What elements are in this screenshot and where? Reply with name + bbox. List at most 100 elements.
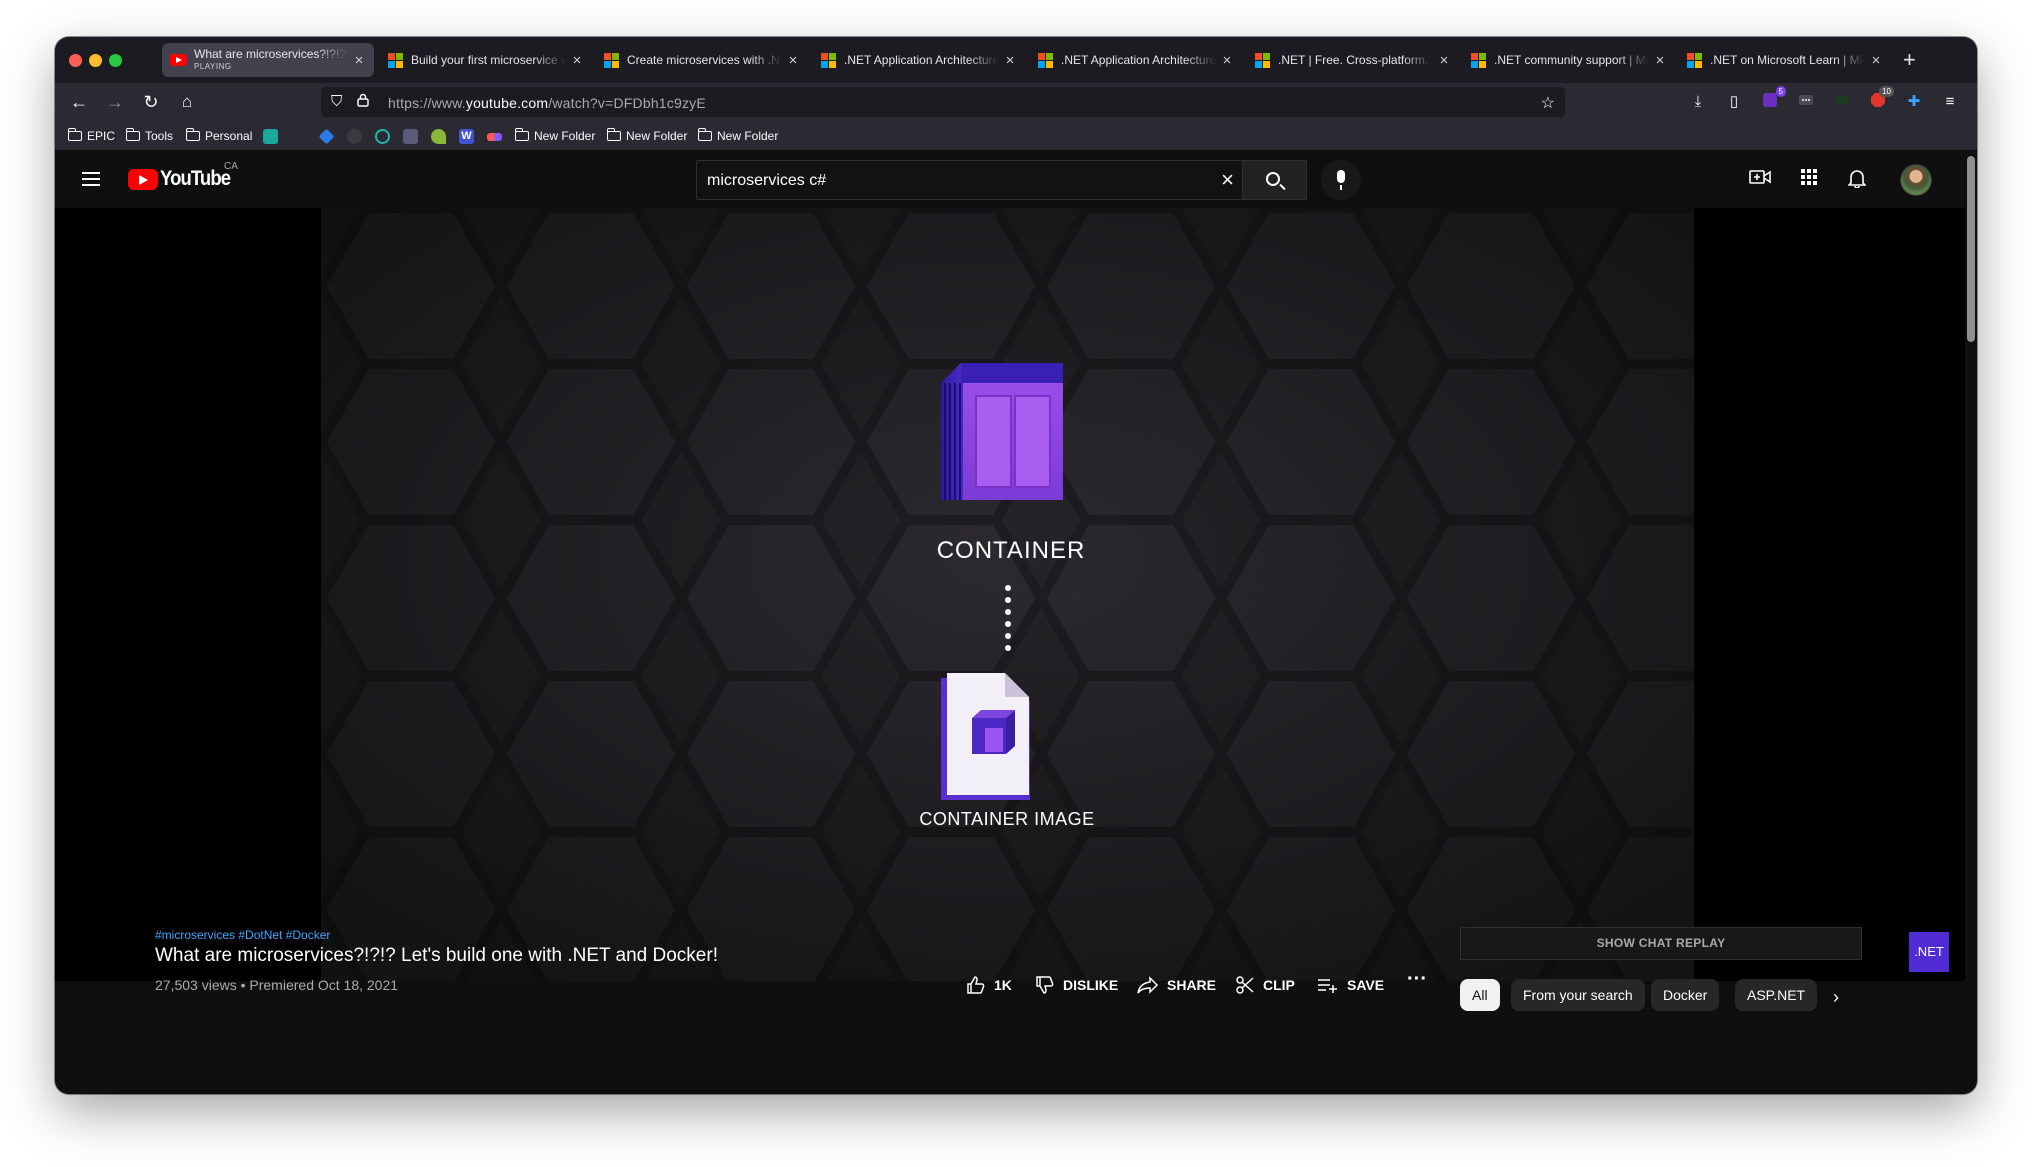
share-button[interactable]: SHARE [1137, 973, 1216, 997]
extension-icon[interactable]: 5 [1760, 86, 1786, 112]
folder-icon [514, 128, 529, 141]
slide-container-image-label: CONTAINER IMAGE [919, 809, 1094, 829]
tab-microsoft[interactable]: .NET community support | Mic × [1463, 43, 1675, 77]
tab-youtube[interactable]: What are microservices?!?!? Le PLAYING × [162, 43, 374, 77]
lock-icon[interactable] [357, 93, 369, 110]
scrollbar-thumb[interactable] [1967, 156, 1975, 342]
tab-microsoft[interactable]: .NET Application Architecture × [813, 43, 1025, 77]
apps-grid-icon[interactable] [1797, 168, 1821, 192]
bookmark-folder[interactable]: New Folder [606, 128, 687, 143]
bookmark-folder[interactable]: EPIC [67, 128, 115, 143]
github-icon[interactable] [347, 129, 362, 144]
video-frame[interactable]: CONTAINER CONTAINER IMAGE [321, 208, 1694, 981]
save-button[interactable]: SAVE [1317, 973, 1384, 997]
close-tab-icon[interactable]: × [1003, 52, 1017, 69]
create-video-icon[interactable] [1748, 168, 1772, 192]
bookmark-folder[interactable]: New Folder [514, 128, 595, 143]
tab-microsoft[interactable]: .NET on Microsoft Learn | Mic × [1679, 43, 1891, 77]
url-bar[interactable]: ⛉ https://www.youtube.com/watch?v=DFDbh1… [321, 87, 1565, 117]
tab-title: .NET Application Architecture [1061, 53, 1216, 67]
tab-microsoft[interactable]: Build your first microservice w × [380, 43, 592, 77]
container-cube-icon [941, 363, 1063, 500]
bookmark-icon[interactable] [403, 129, 418, 144]
avatar[interactable] [1900, 164, 1932, 196]
bookmark-folder[interactable]: New Folder [697, 128, 778, 143]
bookmark-icon[interactable] [263, 129, 278, 144]
microsoft-favicon-icon [388, 52, 403, 68]
tab-title: .NET Application Architecture [844, 53, 999, 67]
extension-icon[interactable] [1796, 92, 1816, 112]
downloads-icon[interactable]: ⤓ [1688, 92, 1708, 112]
clear-search-icon[interactable]: × [1221, 167, 1234, 193]
bookmark-icon[interactable]: W [459, 129, 474, 144]
save-label: SAVE [1347, 977, 1385, 993]
chip-all[interactable]: All [1460, 979, 1500, 1011]
back-arrow-icon[interactable]: ← [67, 90, 91, 114]
close-tab-icon[interactable]: × [1437, 52, 1451, 69]
chip-from-your-search[interactable]: From your search [1511, 979, 1645, 1011]
sidebar-icon[interactable]: ▯ [1724, 92, 1744, 112]
search-input[interactable]: microservices c# × [696, 160, 1243, 200]
youtube-play-icon [128, 168, 158, 190]
chip-docker[interactable]: Docker [1651, 979, 1720, 1011]
close-tab-icon[interactable]: × [570, 52, 584, 69]
bookmark-icon[interactable] [487, 133, 502, 141]
more-actions-icon[interactable]: ··· [1407, 967, 1427, 991]
bookmark-icon[interactable] [375, 129, 390, 144]
menu-icon[interactable]: ≡ [1940, 92, 1960, 112]
slide-container-label: CONTAINER [937, 537, 1086, 564]
dotnet-badge: .NET [1909, 932, 1949, 972]
zoom-window-button[interactable] [109, 54, 122, 67]
extension-icon[interactable] [1832, 92, 1852, 112]
tab-title: Build your first microservice w [411, 53, 566, 67]
puzzle-extension-icon[interactable]: ✚ [1904, 92, 1924, 112]
url-text[interactable]: https://www.youtube.com/watch?v=DFDbh1c9… [388, 95, 706, 111]
home-icon[interactable]: ⌂ [175, 90, 199, 114]
share-arrow-icon [1137, 976, 1159, 994]
search-icon [1266, 172, 1280, 186]
new-tab-plus-icon[interactable]: + [1903, 47, 1916, 73]
bookmark-icon[interactable] [318, 128, 335, 145]
close-tab-icon[interactable]: × [786, 52, 800, 69]
youtube-logo[interactable]: YouTube CA [128, 161, 240, 191]
notifications-bell-icon[interactable] [1845, 168, 1869, 192]
tab-microsoft[interactable]: .NET | Free. Cross-platform. O × [1247, 43, 1459, 77]
tracking-shield-icon[interactable]: ⛉ [331, 93, 342, 110]
close-tab-icon[interactable]: × [1869, 52, 1883, 69]
adblock-icon[interactable]: 10 [1868, 86, 1894, 112]
dislike-button[interactable]: DISLIKE [1035, 973, 1118, 997]
bookmark-folder[interactable]: Personal [185, 128, 252, 143]
apple-icon[interactable] [291, 129, 306, 144]
video-hashtags[interactable]: #microservices #DotNet #Docker [155, 928, 330, 942]
chevron-right-icon[interactable]: › [1833, 985, 1839, 1009]
tab-playing-label: PLAYING [194, 61, 232, 71]
folder-icon [606, 128, 621, 141]
search-button[interactable] [1243, 160, 1307, 200]
clip-button[interactable]: CLIP [1235, 973, 1295, 997]
bookmark-folder[interactable]: Tools [125, 128, 173, 143]
guide-menu-icon[interactable] [82, 172, 100, 186]
tab-title: .NET | Free. Cross-platform. O [1278, 53, 1433, 67]
minimize-window-button[interactable] [89, 54, 102, 67]
clip-label: CLIP [1263, 977, 1295, 993]
chip-aspnet[interactable]: ASP.NET [1735, 979, 1818, 1011]
tab-microsoft[interactable]: Create microservices with .NE × [596, 43, 808, 77]
reload-icon[interactable]: ↻ [139, 90, 163, 114]
like-button[interactable]: 1K [966, 973, 1012, 997]
bookmark-star-icon[interactable]: ☆ [1541, 93, 1555, 113]
video-player[interactable]: CONTAINER CONTAINER IMAGE .NET [55, 208, 1965, 981]
thumbs-down-icon [1036, 976, 1054, 994]
voice-search-mic-icon[interactable] [1321, 160, 1361, 200]
show-chat-replay-button[interactable]: SHOW CHAT REPLAY [1460, 927, 1862, 960]
close-tab-icon[interactable]: × [352, 52, 366, 69]
close-window-button[interactable] [69, 54, 82, 67]
bookmarks-bar: EPIC Tools Personal W New Folder New Fol… [55, 121, 1977, 151]
bookmark-icon[interactable] [431, 129, 446, 144]
close-tab-icon[interactable]: × [1653, 52, 1667, 69]
tab-title: Create microservices with .NE [627, 53, 782, 67]
tab-microsoft[interactable]: .NET Application Architecture × [1030, 43, 1242, 77]
page-scrollbar[interactable] [1965, 152, 1977, 1094]
close-tab-icon[interactable]: × [1220, 52, 1234, 69]
forward-arrow-icon[interactable]: → [103, 90, 127, 114]
tab-title: What are microservices?!?!? Le [194, 48, 348, 60]
